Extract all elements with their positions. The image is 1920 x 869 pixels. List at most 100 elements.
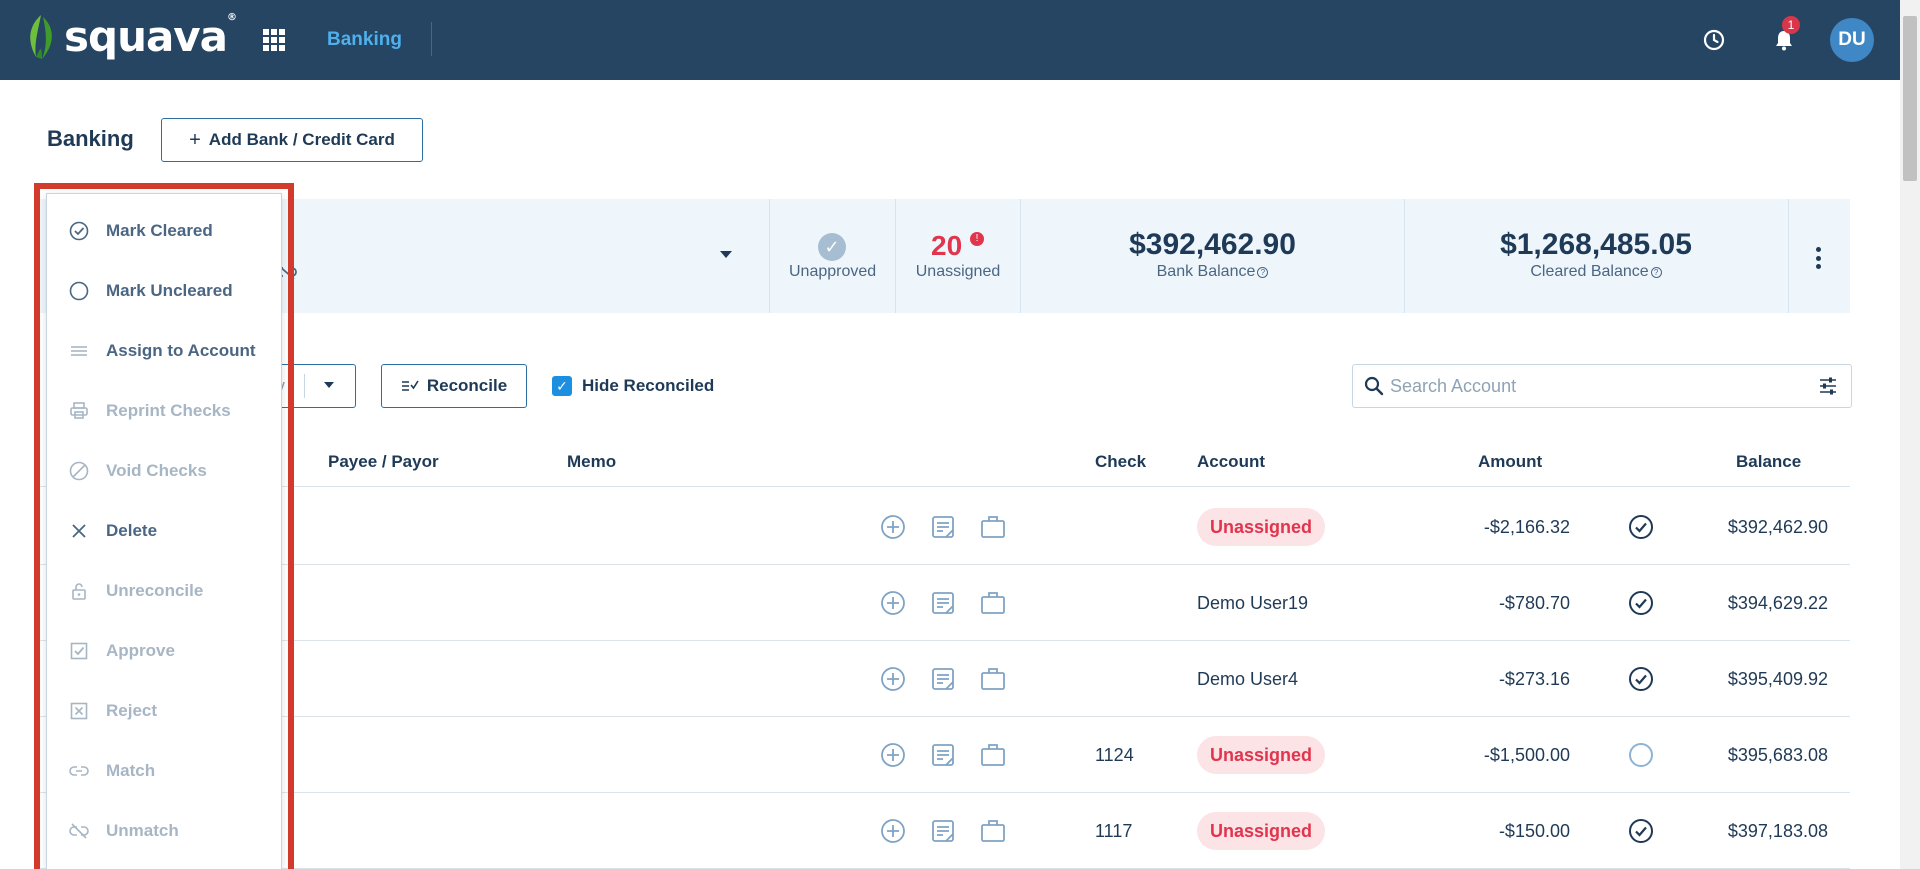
balance-cell: $392,462.90: [1727, 517, 1828, 537]
row-action-icons: [880, 590, 1006, 616]
user-avatar[interactable]: DU: [1830, 18, 1874, 62]
row-divider: [40, 792, 1850, 793]
menu-item-label: Assign to Account: [106, 341, 256, 360]
menu-item-assign-to-account[interactable]: Assign to Account: [47, 327, 281, 375]
account-unassigned-badge[interactable]: Unassigned: [1197, 812, 1326, 850]
add-circle-icon[interactable]: [880, 590, 906, 616]
amount-cell: -$780.70: [1498, 593, 1570, 613]
menu-item-reprint-checks[interactable]: Reprint Checks: [47, 387, 281, 435]
hide-reconciled-label[interactable]: Hide Reconciled: [582, 376, 714, 396]
nav-divider: [431, 22, 432, 56]
account-unassigned-badge[interactable]: Unassigned: [1197, 736, 1326, 774]
column-header-memo[interactable]: Memo: [567, 452, 616, 472]
notification-badge: 1: [1782, 16, 1800, 34]
apps-grid-icon[interactable]: [263, 29, 285, 51]
briefcase-icon[interactable]: [980, 742, 1006, 768]
check-number-cell: 1124: [1095, 745, 1134, 765]
summary-divider: [895, 199, 896, 313]
nav-item-banking[interactable]: Banking: [327, 29, 402, 51]
column-header-account[interactable]: Account: [1197, 452, 1265, 472]
add-bank-credit-card-button[interactable]: + Add Bank / Credit Card: [161, 118, 423, 162]
check-circle-icon: [69, 221, 89, 241]
summary-divider: [1404, 199, 1405, 313]
briefcase-icon[interactable]: [980, 818, 1006, 844]
column-header-payee[interactable]: Payee / Payor: [328, 452, 439, 472]
note-icon[interactable]: [930, 666, 956, 692]
filter-sliders-icon[interactable]: [1818, 376, 1838, 396]
add-circle-icon[interactable]: [880, 666, 906, 692]
briefcase-icon[interactable]: [980, 514, 1006, 540]
dropdown-separator: [304, 374, 305, 398]
hide-reconciled-checkbox[interactable]: ✓: [552, 376, 572, 396]
top-navigation-bar: squava® Banking 1 DU: [0, 0, 1900, 80]
info-icon[interactable]: ?: [1650, 267, 1662, 278]
menu-item-delete[interactable]: Delete: [47, 507, 281, 555]
summary-divider: [769, 199, 770, 313]
menu-item-reject[interactable]: Reject: [47, 687, 281, 735]
unlink-icon: [69, 823, 89, 839]
caret-down-icon[interactable]: [324, 382, 334, 388]
row-action-icons: [880, 818, 1006, 844]
column-header-check[interactable]: Check: [1095, 452, 1146, 472]
row-action-icons: [880, 514, 1006, 540]
menu-item-label: Mark Uncleared: [106, 281, 233, 300]
menu-item-unreconcile[interactable]: Unreconcile: [47, 567, 281, 615]
account-dropdown-chevron-icon[interactable]: [720, 251, 732, 258]
cleared-check-icon[interactable]: [1628, 590, 1654, 616]
page-title: Banking: [47, 126, 134, 151]
scrollbar-thumb[interactable]: [1903, 16, 1917, 181]
balance-cell: $395,409.92: [1727, 669, 1828, 689]
menu-item-mark-uncleared[interactable]: Mark Uncleared: [47, 267, 281, 315]
unapproved-check-icon[interactable]: ✓: [818, 233, 846, 261]
link-icon: [69, 766, 89, 776]
reconcile-button[interactable]: Reconcile: [381, 364, 527, 408]
add-circle-icon[interactable]: [880, 742, 906, 768]
bank-balance-label: Bank Balance?: [1040, 263, 1385, 281]
menu-item-label: Reject: [106, 701, 158, 720]
account-unassigned-badge[interactable]: Unassigned: [1197, 508, 1326, 546]
search-icon: [1364, 376, 1384, 396]
column-header-amount[interactable]: Amount: [1478, 452, 1542, 472]
briefcase-icon[interactable]: [980, 590, 1006, 616]
amount-cell: -$2,166.32: [1483, 517, 1570, 537]
note-icon[interactable]: [930, 742, 956, 768]
clock-history-icon[interactable]: [1702, 28, 1726, 52]
unapproved-label: Unapproved: [789, 263, 877, 280]
summary-divider: [1788, 199, 1789, 313]
note-icon[interactable]: [930, 590, 956, 616]
row-divider: [40, 640, 1850, 641]
add-circle-icon[interactable]: [880, 514, 906, 540]
menu-item-mark-cleared[interactable]: Mark Cleared: [47, 207, 281, 255]
unassigned-count[interactable]: 20: [931, 230, 962, 262]
squava-logo[interactable]: squava®: [24, 12, 237, 61]
more-options-icon[interactable]: [1816, 247, 1822, 269]
balance-cell: $394,629.22: [1727, 593, 1828, 613]
search-account-input[interactable]: [1390, 372, 1790, 400]
table-header-divider: [40, 486, 1850, 487]
menu-item-void-checks[interactable]: Void Checks: [47, 447, 281, 495]
menu-item-match[interactable]: Match: [47, 747, 281, 795]
add-circle-icon[interactable]: [880, 818, 906, 844]
info-icon[interactable]: ?: [1257, 267, 1269, 278]
account-cell[interactable]: Demo User19: [1197, 593, 1308, 614]
menu-item-label: Delete: [106, 521, 158, 540]
uncleared-circle-icon[interactable]: [1628, 742, 1654, 768]
menu-item-unmatch[interactable]: Unmatch: [47, 807, 281, 855]
cleared-check-icon[interactable]: [1628, 514, 1654, 540]
cleared-check-icon[interactable]: [1628, 666, 1654, 692]
column-header-balance[interactable]: Balance: [1736, 452, 1801, 472]
unassigned-label: Unassigned: [915, 263, 1001, 280]
amount-cell: -$150.00: [1498, 821, 1570, 841]
note-icon[interactable]: [930, 818, 956, 844]
balance-cell: $395,683.08: [1727, 745, 1828, 765]
menu-item-label: Void Checks: [106, 461, 207, 480]
printer-icon: [70, 402, 88, 419]
cleared-balance-label: Cleared Balance?: [1420, 263, 1772, 281]
row-divider: [40, 716, 1850, 717]
briefcase-icon[interactable]: [980, 666, 1006, 692]
void-circle-icon: [69, 461, 89, 481]
cleared-check-icon[interactable]: [1628, 818, 1654, 844]
note-icon[interactable]: [930, 514, 956, 540]
menu-item-approve[interactable]: Approve: [47, 627, 281, 675]
account-cell[interactable]: Demo User4: [1197, 669, 1298, 690]
